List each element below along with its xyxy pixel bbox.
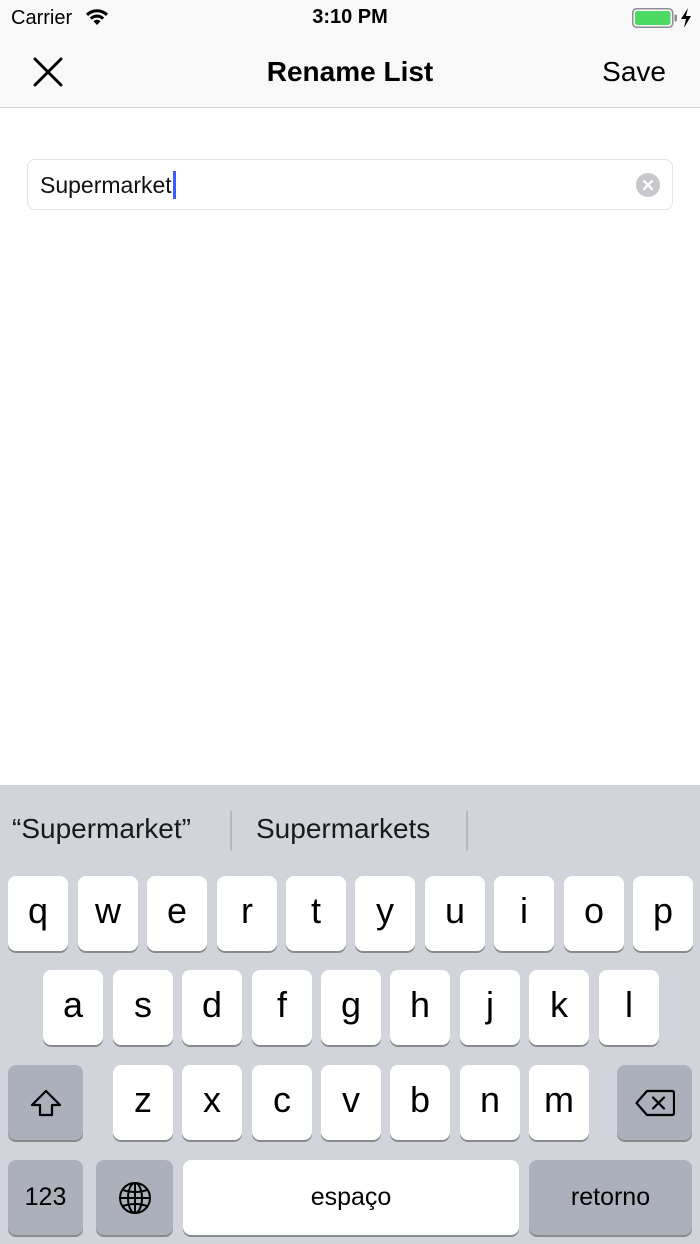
- rename-list-screen: Carrier 3:10 PM Rename List Save Superma…: [0, 0, 700, 1244]
- predictive-bar: “Supermarket” Supermarkets: [0, 785, 700, 875]
- key-label: m: [544, 1078, 574, 1120]
- battery-icon: [632, 8, 677, 28]
- key-n[interactable]: n: [460, 1065, 520, 1140]
- key-label: k: [550, 983, 568, 1025]
- charging-bolt-icon: [681, 8, 691, 28]
- space-key[interactable]: espaço: [183, 1160, 519, 1235]
- close-button[interactable]: [26, 50, 70, 94]
- key-label: i: [520, 889, 528, 931]
- list-name-field[interactable]: Supermarket: [27, 159, 673, 210]
- suggestion-1[interactable]: “Supermarket”: [12, 813, 191, 845]
- key-v[interactable]: v: [321, 1065, 381, 1140]
- key-h[interactable]: h: [390, 970, 450, 1045]
- key-label: 123: [24, 1183, 67, 1211]
- key-k[interactable]: k: [529, 970, 589, 1045]
- clear-icon: [642, 179, 654, 191]
- key-label: h: [409, 983, 431, 1025]
- key-e[interactable]: e: [147, 876, 207, 951]
- keyboard: “Supermarket” Supermarkets q w e r t y u…: [0, 785, 700, 1244]
- shift-key[interactable]: [8, 1065, 83, 1140]
- key-label: s: [134, 983, 152, 1025]
- key-w[interactable]: w: [78, 876, 138, 951]
- key-label: u: [444, 889, 466, 931]
- numbers-key[interactable]: 123: [8, 1160, 83, 1235]
- key-f[interactable]: f: [252, 970, 312, 1045]
- key-l[interactable]: l: [599, 970, 659, 1045]
- save-button[interactable]: Save: [602, 56, 666, 88]
- key-c[interactable]: c: [252, 1065, 312, 1140]
- key-t[interactable]: t: [286, 876, 346, 951]
- key-label: v: [342, 1078, 360, 1120]
- key-z[interactable]: z: [113, 1065, 173, 1140]
- key-label: retorno: [570, 1183, 651, 1211]
- key-q[interactable]: q: [8, 876, 68, 951]
- key-u[interactable]: u: [425, 876, 485, 951]
- key-label: t: [310, 889, 321, 931]
- key-label: b: [409, 1078, 431, 1120]
- key-s[interactable]: s: [113, 970, 173, 1045]
- key-label: y: [376, 889, 394, 931]
- close-icon: [33, 57, 63, 87]
- key-p[interactable]: p: [633, 876, 693, 951]
- key-label: e: [166, 889, 188, 931]
- key-label: f: [276, 983, 287, 1025]
- key-label: q: [27, 889, 49, 931]
- list-name-value: Supermarket: [40, 171, 176, 199]
- navigation-bar: Rename List Save: [0, 36, 700, 108]
- key-m[interactable]: m: [529, 1065, 589, 1140]
- delete-icon: [634, 1089, 675, 1116]
- suggestion-divider: [230, 811, 232, 851]
- key-label: o: [583, 889, 605, 931]
- key-j[interactable]: j: [460, 970, 520, 1045]
- key-label: c: [273, 1078, 291, 1120]
- key-g[interactable]: g: [321, 970, 381, 1045]
- list-name-text: Supermarket: [40, 172, 172, 198]
- clear-text-button[interactable]: [636, 173, 660, 197]
- key-label: w: [95, 889, 121, 931]
- key-o[interactable]: o: [564, 876, 624, 951]
- globe-key[interactable]: [96, 1160, 173, 1235]
- key-i[interactable]: i: [494, 876, 554, 951]
- text-caret: [172, 171, 176, 199]
- key-a[interactable]: a: [43, 970, 103, 1045]
- key-d[interactable]: d: [182, 970, 242, 1045]
- suggestion-2[interactable]: Supermarkets: [256, 813, 430, 845]
- delete-key[interactable]: [617, 1065, 692, 1140]
- key-label: n: [479, 1078, 501, 1120]
- key-label: p: [652, 889, 674, 931]
- key-y[interactable]: y: [355, 876, 415, 951]
- key-label: d: [201, 983, 223, 1025]
- key-label: r: [241, 889, 253, 931]
- key-label: x: [203, 1078, 221, 1120]
- return-key[interactable]: retorno: [529, 1160, 692, 1235]
- page-title: Rename List: [266, 56, 434, 87]
- key-r[interactable]: r: [217, 876, 277, 951]
- key-x[interactable]: x: [182, 1065, 242, 1140]
- key-label: j: [486, 983, 494, 1025]
- clock: 3:10 PM: [312, 6, 388, 28]
- shift-icon: [30, 1089, 61, 1116]
- status-bar: Carrier 3:10 PM: [0, 0, 700, 36]
- key-label: a: [62, 983, 84, 1025]
- key-label: z: [134, 1078, 152, 1120]
- globe-icon: [118, 1181, 151, 1214]
- key-label: l: [625, 983, 633, 1025]
- key-b[interactable]: b: [390, 1065, 450, 1140]
- key-label: g: [340, 983, 362, 1025]
- key-label: espaço: [310, 1183, 392, 1211]
- suggestion-divider: [466, 811, 468, 851]
